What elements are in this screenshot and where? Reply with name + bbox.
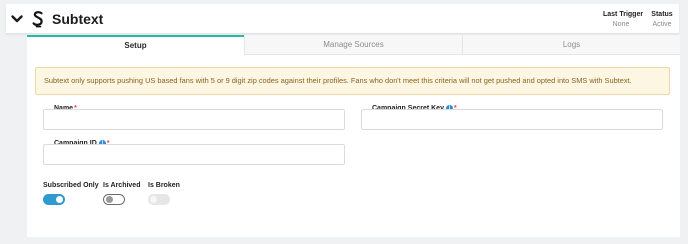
integration-card: Subtext Last Trigger None Status Active … — [0, 0, 688, 244]
tab-bar: Setup Manage Sources Logs — [27, 35, 680, 55]
last-trigger-label: Last Trigger — [603, 11, 644, 18]
is-broken-label: Is Broken — [148, 182, 180, 189]
tab-manage-sources[interactable]: Manage Sources — [244, 35, 462, 55]
toggle-knob — [150, 196, 157, 203]
subscribed-only-label: Subscribed Only — [43, 182, 99, 189]
status-label: Status — [651, 11, 673, 18]
subtext-logo-icon — [32, 11, 43, 28]
integration-header: Subtext Last Trigger None Status Active — [6, 4, 679, 34]
tab-logs[interactable]: Logs — [462, 35, 680, 55]
subscribed-only-toggle[interactable] — [43, 194, 65, 205]
is-archived-toggle[interactable] — [103, 194, 125, 205]
is-broken-toggle[interactable] — [148, 194, 170, 205]
status-value: Active — [652, 21, 672, 28]
chevron-down-icon — [11, 15, 23, 23]
last-trigger-value: None — [612, 21, 630, 28]
tab-setup[interactable]: Setup — [27, 35, 244, 55]
status: Status Active — [650, 10, 674, 30]
is-archived-label: Is Archived — [103, 182, 141, 189]
campaign-secret-key-input[interactable] — [361, 109, 663, 130]
campaign-id-input[interactable] — [43, 144, 345, 165]
toggle-knob — [106, 196, 113, 203]
setup-panel: Setup Manage Sources Logs Subtext only s… — [27, 35, 680, 237]
toggle-knob — [56, 196, 63, 203]
collapse-button[interactable] — [10, 12, 24, 26]
zip-code-notice: Subtext only supports pushing US based f… — [35, 67, 670, 95]
app-title: Subtext — [52, 11, 104, 27]
name-input[interactable] — [43, 109, 345, 130]
last-trigger: Last Trigger None — [603, 10, 644, 30]
